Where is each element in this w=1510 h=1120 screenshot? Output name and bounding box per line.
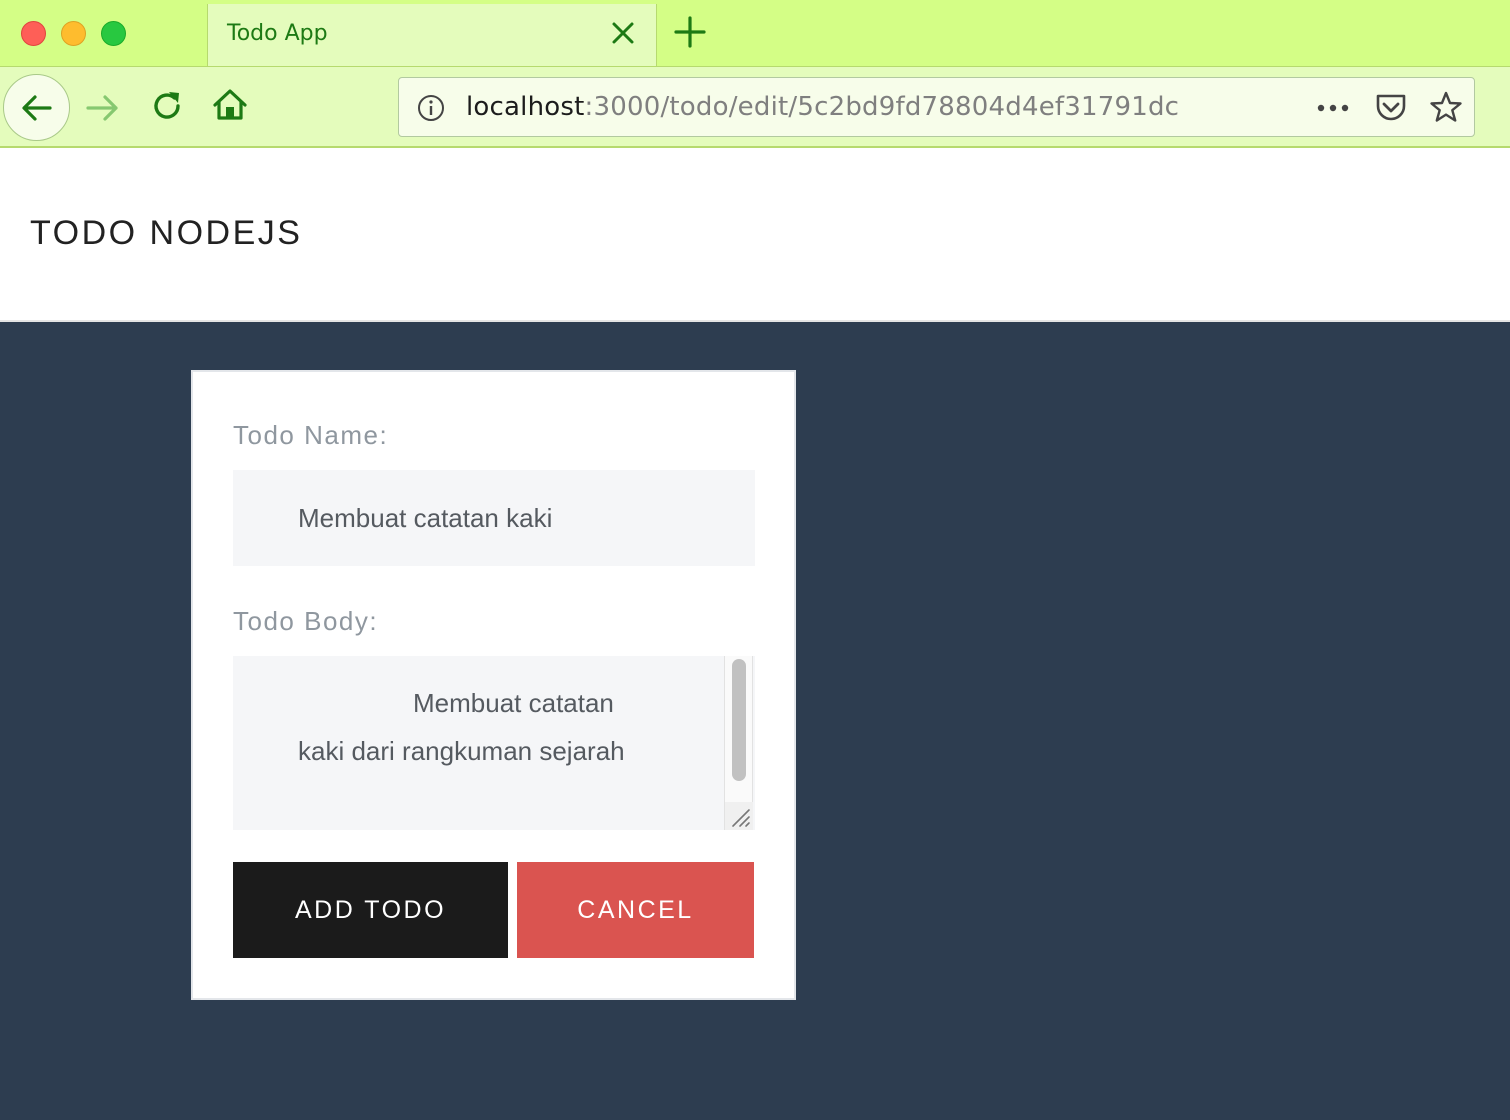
tab-title: Todo App	[227, 21, 328, 46]
todo-body-textarea[interactable]: Membuat catatan kaki dari rangkuman seja…	[233, 656, 755, 830]
scrollbar-thumb[interactable]	[732, 659, 746, 781]
edit-todo-form: Todo Name: Todo Body: Membuat catatan ka…	[191, 370, 796, 1000]
todo-name-label: Todo Name:	[233, 420, 389, 450]
address-bar[interactable]: localhost:3000/todo/edit/5c2bd9fd78804d4…	[398, 77, 1475, 137]
add-todo-button[interactable]: ADD TODO	[233, 862, 508, 958]
todo-body-label: Todo Body:	[233, 606, 379, 636]
site-brand[interactable]: TODO NODEJS	[30, 214, 302, 253]
page-body: Todo Name: Todo Body: Membuat catatan ka…	[0, 322, 1510, 1120]
new-tab-plus-icon[interactable]	[672, 14, 708, 50]
star-icon[interactable]	[1429, 90, 1463, 124]
reload-icon[interactable]	[148, 87, 186, 125]
resize-handle-icon[interactable]	[724, 802, 753, 830]
cancel-button[interactable]: CANCEL	[517, 862, 754, 958]
browser-tab-bar: Todo App	[0, 0, 1510, 66]
browser-tab-active[interactable]: Todo App	[207, 4, 657, 66]
back-arrow-icon[interactable]	[3, 74, 70, 141]
todo-body-line: Membuat catatan	[413, 688, 614, 718]
info-icon[interactable]	[417, 94, 445, 122]
minimize-window-button[interactable]	[61, 21, 86, 46]
browser-nav-bar: localhost:3000/todo/edit/5c2bd9fd78804d4…	[0, 66, 1510, 148]
url-path: :3000/todo/edit/5c2bd9fd78804d4ef31791dc	[584, 92, 1180, 122]
pocket-icon[interactable]	[1374, 92, 1408, 124]
textarea-scrollbar[interactable]	[724, 656, 753, 802]
close-icon[interactable]	[608, 18, 638, 48]
more-icon[interactable]	[1315, 96, 1351, 120]
todo-name-input[interactable]	[233, 470, 755, 566]
url-host: localhost	[466, 92, 585, 122]
site-header: TODO NODEJS	[0, 150, 1510, 322]
url-text[interactable]: localhost:3000/todo/edit/5c2bd9fd78804d4…	[466, 92, 1179, 122]
home-icon[interactable]	[211, 86, 249, 124]
maximize-window-button[interactable]	[101, 21, 126, 46]
forward-arrow-icon[interactable]	[84, 89, 122, 127]
todo-body-line: kaki dari rangkuman sejarah	[298, 736, 625, 766]
close-window-button[interactable]	[21, 21, 46, 46]
